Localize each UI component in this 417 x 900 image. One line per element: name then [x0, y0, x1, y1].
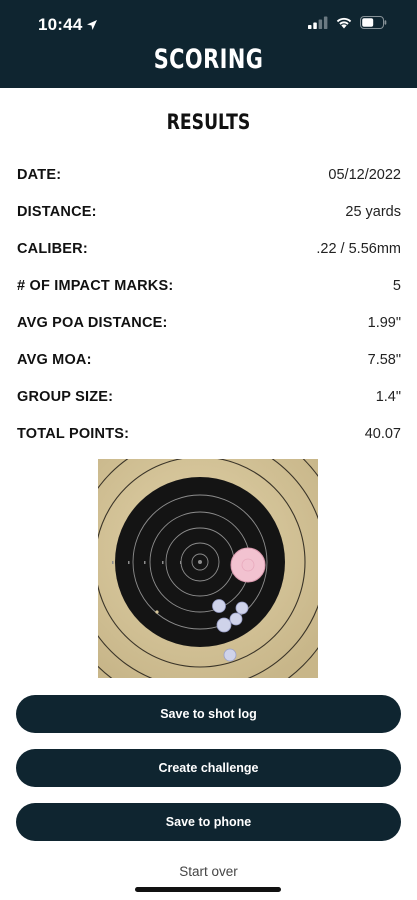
create-challenge-button[interactable]: Create challenge — [16, 749, 401, 787]
result-value: 7.58" — [367, 351, 401, 368]
result-value: 25 yards — [345, 203, 401, 220]
app-header: 10:44 SCORING — [0, 0, 417, 88]
result-row-group-size: GROUP SIZE: 1.4" — [17, 378, 401, 415]
result-value: 40.07 — [364, 425, 401, 442]
save-to-shot-log-button[interactable]: Save to shot log — [16, 695, 401, 733]
result-value: 5 — [392, 277, 401, 294]
result-row-date: DATE: 05/12/2022 — [17, 156, 401, 193]
save-to-phone-button[interactable]: Save to phone — [16, 803, 401, 841]
result-label: GROUP SIZE: — [17, 388, 114, 405]
status-bar: 10:44 — [0, 0, 417, 48]
result-label: AVG POA DISTANCE: — [17, 314, 168, 331]
result-row-distance: DISTANCE: 25 yards — [17, 193, 401, 230]
impact-mark-icon — [235, 601, 249, 615]
results-list: DATE: 05/12/2022 DISTANCE: 25 yards CALI… — [17, 156, 401, 452]
result-value: 1.4" — [375, 388, 401, 405]
page-title: SCORING — [153, 44, 264, 75]
result-row-total-points: TOTAL POINTS: 40.07 — [17, 415, 401, 452]
signal-icon — [308, 16, 328, 29]
result-label: # OF IMPACT MARKS: — [17, 277, 174, 294]
result-label: DISTANCE: — [17, 203, 97, 220]
status-time: 10:44 — [38, 15, 98, 35]
target-photo — [98, 459, 318, 678]
result-row-caliber: CALIBER: .22 / 5.56mm — [17, 230, 401, 267]
status-icons — [308, 16, 387, 29]
poa-marker-icon — [230, 547, 266, 583]
result-row-avg-moa: AVG MOA: 7.58" — [17, 341, 401, 378]
impact-mark-icon — [216, 617, 232, 633]
result-label: TOTAL POINTS: — [17, 425, 130, 442]
target-image — [98, 459, 318, 678]
battery-icon — [360, 16, 387, 29]
home-indicator — [135, 887, 281, 892]
impact-mark-icon — [223, 648, 237, 662]
status-time-text: 10:44 — [38, 15, 83, 34]
result-value: .22 / 5.56mm — [316, 240, 401, 257]
wifi-icon — [336, 17, 352, 29]
result-row-impact-marks: # OF IMPACT MARKS: 5 — [17, 267, 401, 304]
result-label: DATE: — [17, 166, 62, 183]
result-value: 05/12/2022 — [328, 166, 401, 183]
result-value: 1.99" — [367, 314, 401, 331]
start-over-link[interactable]: Start over — [0, 864, 417, 879]
location-arrow-icon — [87, 20, 98, 30]
result-label: AVG MOA: — [17, 351, 92, 368]
impact-mark-icon — [229, 612, 243, 626]
impact-mark-icon — [212, 599, 226, 613]
result-row-avg-poa-distance: AVG POA DISTANCE: 1.99" — [17, 304, 401, 341]
result-label: CALIBER: — [17, 240, 88, 257]
results-title: RESULTS — [166, 110, 251, 134]
